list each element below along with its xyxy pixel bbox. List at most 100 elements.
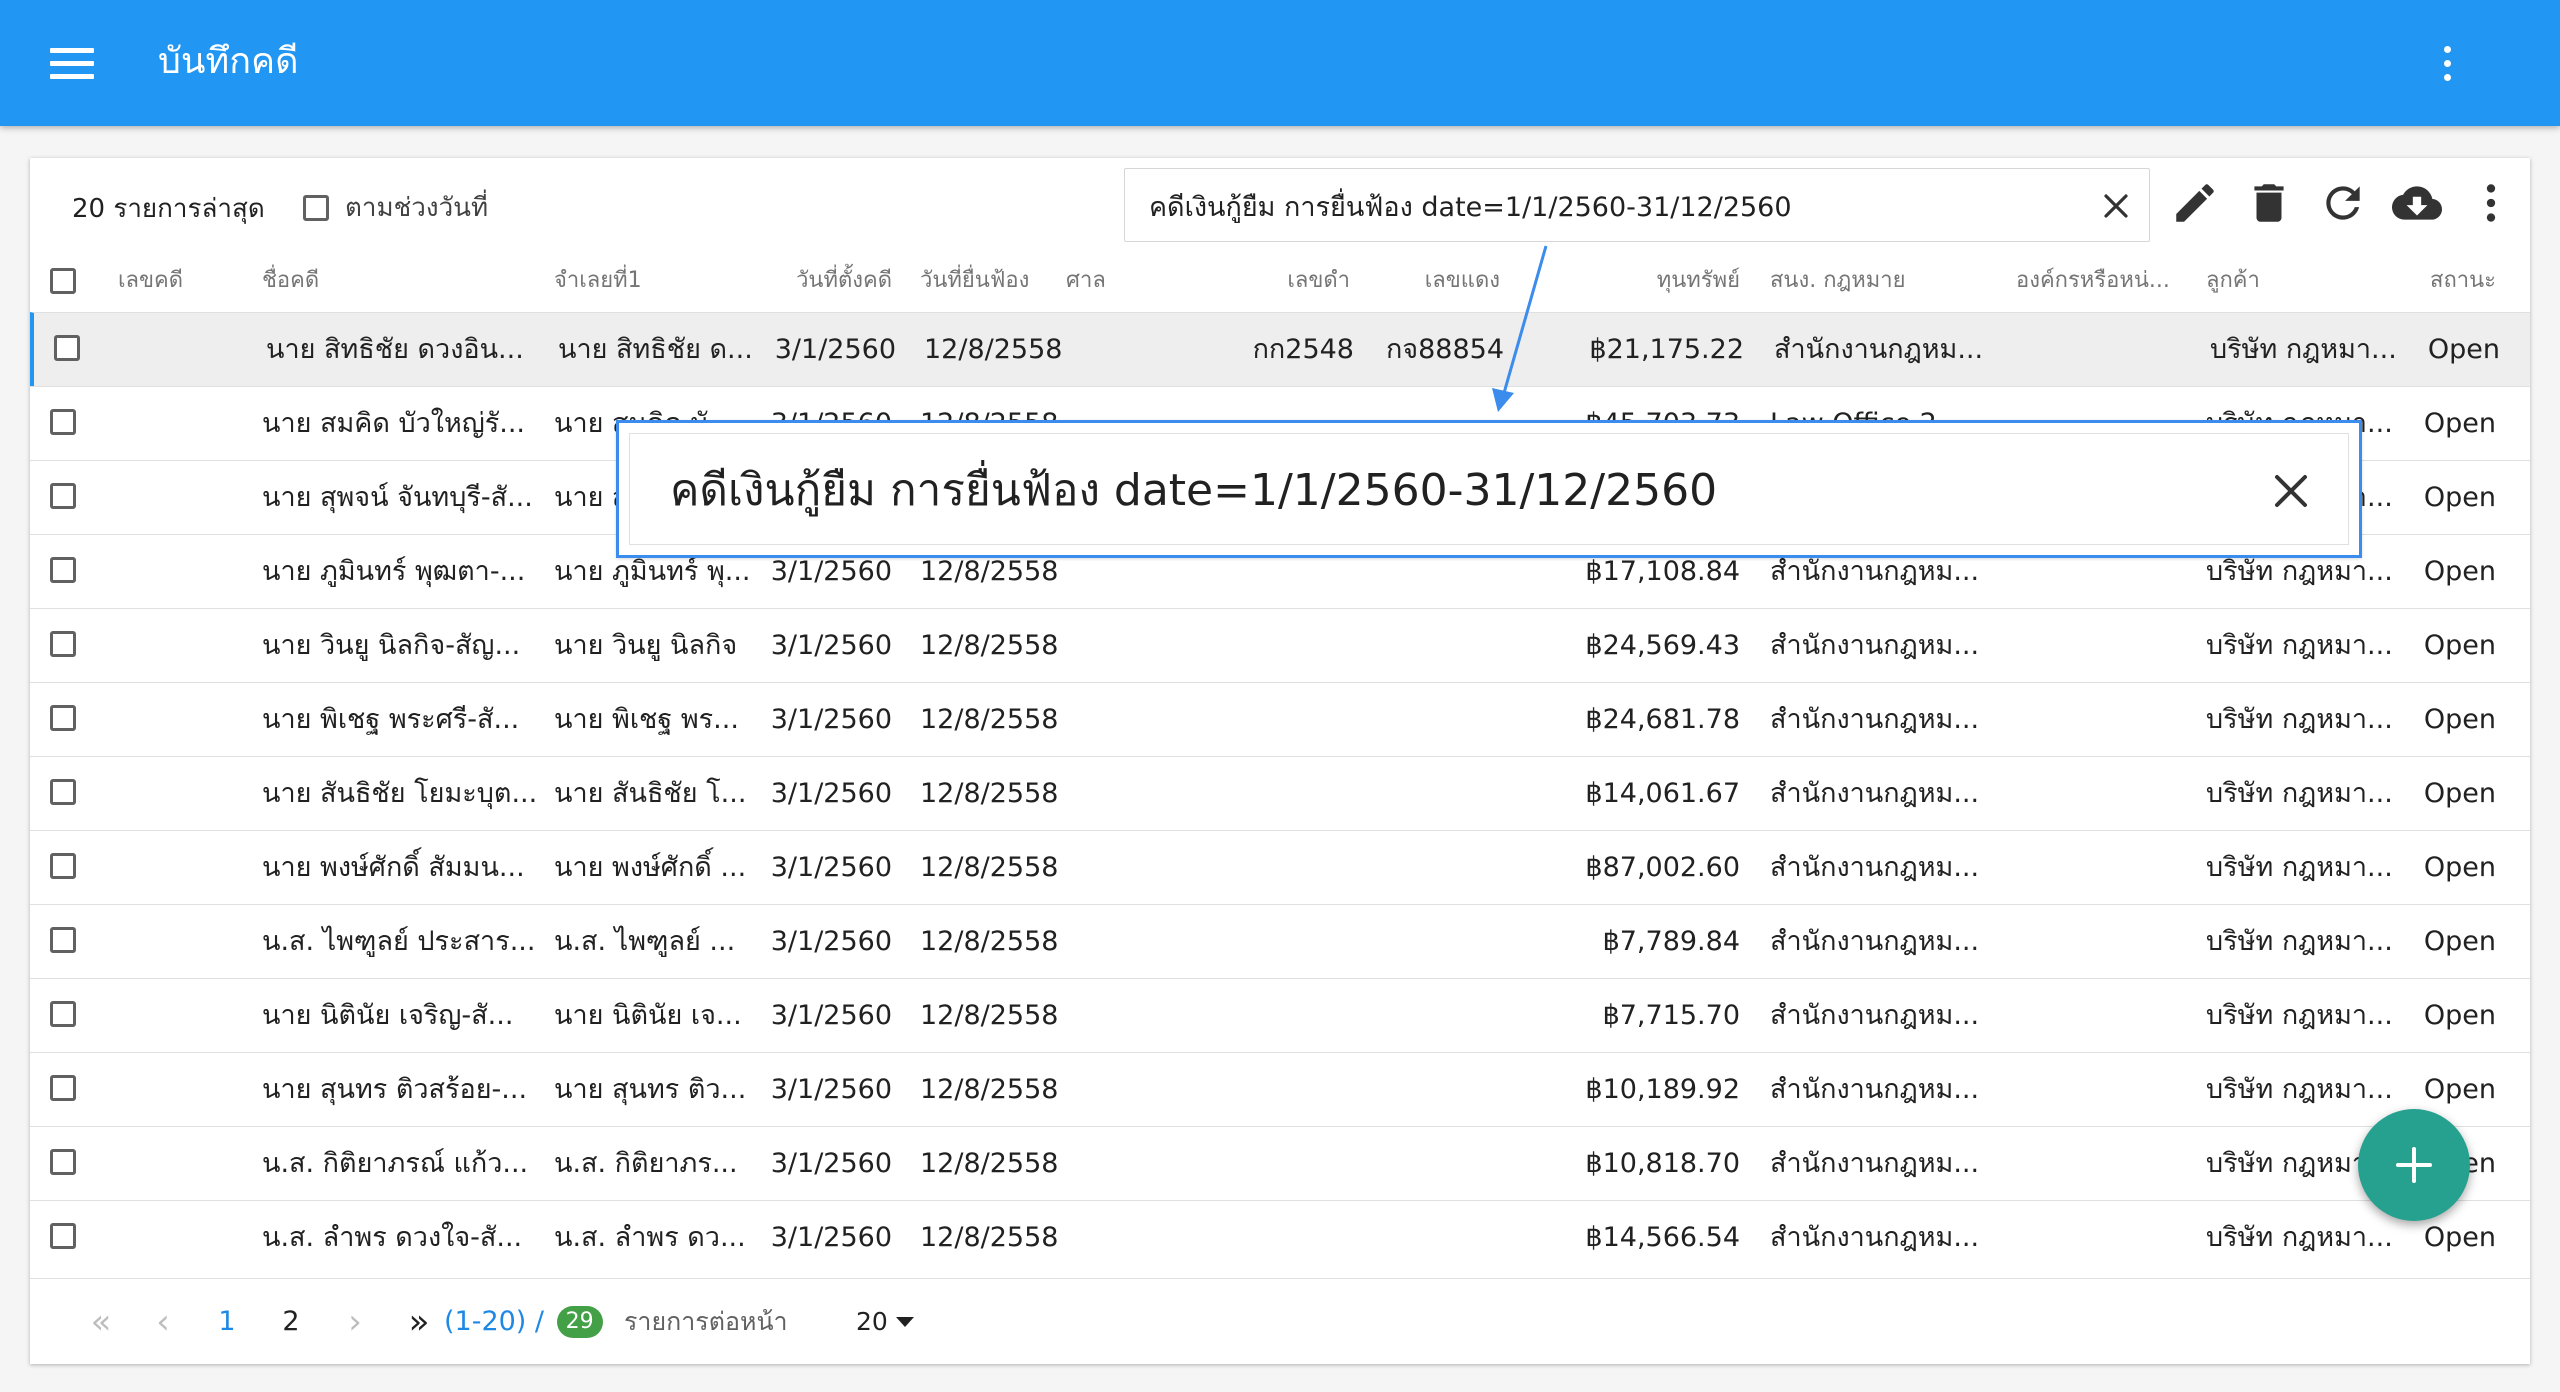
cell-name: น.ส. ไพฑูลย์ ประสาร... [262,926,536,957]
cell-def1: นาย พงษ์ศักดิ์ ... [554,852,747,883]
table-row[interactable]: นาย สิทธิชัย ดวงอิน... นาย สิทธิชัย ด... 3… [30,312,2530,386]
column-header-created-date[interactable]: วันที่ตั้งคดี [762,250,892,312]
refresh-icon[interactable] [2318,178,2368,228]
row-checkbox[interactable] [50,779,76,805]
row-checkbox[interactable] [54,335,80,361]
cell-name: นาย พงษ์ศักดิ์ สัมมน... [262,852,525,883]
row-checkbox[interactable] [50,483,76,509]
cell-law-office: สำนักงานกฎหม... [1770,1000,1980,1031]
table-row[interactable]: นาย สันธิชัย โยมะบุต... นาย สันธิชัย โ...… [30,756,2530,830]
last-page-button[interactable]: » [394,1279,444,1365]
cell-law-office: สำนักงานกฎหม... [1770,926,1980,957]
cell-org [2016,1053,2200,1127]
cell-filed: 12/8/2558 [920,704,1059,735]
page-2-button[interactable]: 2 [266,1279,316,1365]
cell-name: นาย สุพจน์ จันทบุรี-สั... [262,482,533,513]
cell-created: 3/1/2560 [774,334,896,365]
page-1-button[interactable]: 1 [202,1279,252,1365]
row-checkbox[interactable] [50,705,76,731]
column-header-black-no[interactable]: เลขดำ [1230,250,1350,312]
cell-filed: 12/8/2558 [920,778,1059,809]
cell-created: 3/1/2560 [770,852,892,883]
menu-icon[interactable] [50,48,94,80]
cell-def1: นาย วินยู นิลกิจ [554,630,738,661]
first-page-button[interactable]: « [76,1279,126,1365]
column-header-status[interactable]: สถานะ [2390,250,2496,312]
zoomed-search-box: คดีเงินกู้ยืม การยื่นฟ้อง date=1/1/2560-… [629,433,2349,545]
row-checkbox[interactable] [50,557,76,583]
search-zoom-callout: คดีเงินกู้ยืม การยื่นฟ้อง date=1/1/2560-… [616,420,2362,558]
cell-court [1066,1127,1166,1201]
column-header-defendant[interactable]: จำเลยที่1 [554,250,704,312]
column-header-law-office[interactable]: สนง. กฎหมาย [1770,250,1970,312]
row-checkbox[interactable] [50,1075,76,1101]
column-header-client[interactable]: ลูกค้า [2206,250,2356,312]
cell-capital: ฿14,566.54 [1585,1222,1740,1253]
checkbox[interactable] [303,195,329,221]
table-row[interactable]: นาย สุนทร ติวสร้อย-... นาย สุนทร ติว... 3/… [30,1052,2530,1126]
row-checkbox[interactable] [50,853,76,879]
cell-def1: นาย พิเชฐ พร... [554,704,739,735]
cell-status: Open [2423,778,2496,809]
total-count-badge: 29 [556,1306,603,1338]
select-all-checkbox[interactable] [50,268,76,294]
table-row[interactable]: นาย พงษ์ศักดิ์ สัมมน... นาย พงษ์ศักดิ์ ..… [30,830,2530,904]
cell-red [1300,831,1500,905]
cell-org [2016,757,2200,831]
cell-created: 3/1/2560 [770,704,892,735]
delete-icon[interactable] [2244,178,2294,228]
row-checkbox[interactable] [50,927,76,953]
next-page-button[interactable]: › [330,1279,380,1365]
cell-red [1300,757,1500,831]
cell-status: Open [2423,630,2496,661]
cell-capital: ฿87,002.60 [1585,852,1740,883]
cell-org [2020,313,2204,387]
cell-def1: นาย สุนทร ติว... [554,1074,747,1105]
more-vert-icon[interactable] [2466,178,2516,228]
column-header-filed-date[interactable]: วันที่ยื่นฟ้อง [920,250,1050,312]
cell-case-no [118,905,238,979]
close-icon[interactable] [2099,189,2133,223]
page-range-text: (1-20) / [444,1306,545,1337]
cell-name: น.ส. กิติยาภรณ์ แก้ว... [262,1148,529,1179]
add-case-button[interactable] [2358,1109,2470,1221]
row-checkbox[interactable] [50,1223,76,1249]
column-header-red-no[interactable]: เลขแดง [1370,250,1500,312]
search-input[interactable] [1147,179,2051,233]
close-icon[interactable] [2268,468,2314,514]
cell-def1: นาย สิทธิชัย ด... [558,334,753,365]
table-row[interactable]: นาย พิเชฐ พระศรี-สั... นาย พิเชฐ พร... 3/1… [30,682,2530,756]
more-vert-icon[interactable] [2427,40,2467,86]
table-row[interactable]: น.ส. ไพฑูลย์ ประสาร... น.ส. ไพฑูลย์ ... 3/… [30,904,2530,978]
column-header-case-name[interactable]: ชื่อคดี [262,250,462,312]
cell-filed: 12/8/2558 [920,1074,1059,1105]
cell-capital: ฿24,681.78 [1585,704,1740,735]
table-row[interactable]: น.ส. กิติยาภรณ์ แก้ว... น.ส. กิติยาภร... 3… [30,1126,2530,1200]
cell-org [2016,905,2200,979]
row-checkbox[interactable] [50,1149,76,1175]
page-range-indicator: (1-20) / 29 [444,1279,603,1365]
cell-created: 3/1/2560 [770,630,892,661]
column-header-capital[interactable]: ทุนทรัพย์ [1580,250,1740,312]
cell-status: Open [2423,1000,2496,1031]
column-header-organization[interactable]: องค์กรหรือหน่... [2016,250,2200,312]
row-checkbox[interactable] [50,409,76,435]
table-row[interactable]: นาย วินยู นิลกิจ-สัญ... นาย วินยู นิลกิจ 3… [30,608,2530,682]
edit-icon[interactable] [2170,178,2220,228]
column-header-case-no[interactable]: เลขคดี [118,250,238,312]
prev-page-button[interactable]: ‹ [138,1279,188,1365]
cell-name: นาย สิทธิชัย ดวงอิน... [266,334,524,365]
table-row[interactable]: นาย นิตินัย เจริญ-สั... นาย นิตินัย เจ...… [30,978,2530,1052]
per-page-select[interactable]: 20 [844,1299,924,1345]
cell-created: 3/1/2560 [770,1000,892,1031]
row-checkbox[interactable] [50,1001,76,1027]
table-row[interactable]: น.ส. ลำพร ดวงใจ-สั... น.ส. ลำพร ดว... 3/1/… [30,1200,2530,1274]
cell-def1: นาย นิตินัย เจ... [554,1000,742,1031]
cell-org [2016,831,2200,905]
cell-created: 3/1/2560 [770,1148,892,1179]
row-checkbox[interactable] [50,631,76,657]
cloud-download-icon[interactable] [2392,178,2442,228]
column-header-court[interactable]: ศาล [1066,250,1166,312]
cell-capital: ฿10,818.70 [1585,1148,1740,1179]
cell-case-no [118,1127,238,1201]
